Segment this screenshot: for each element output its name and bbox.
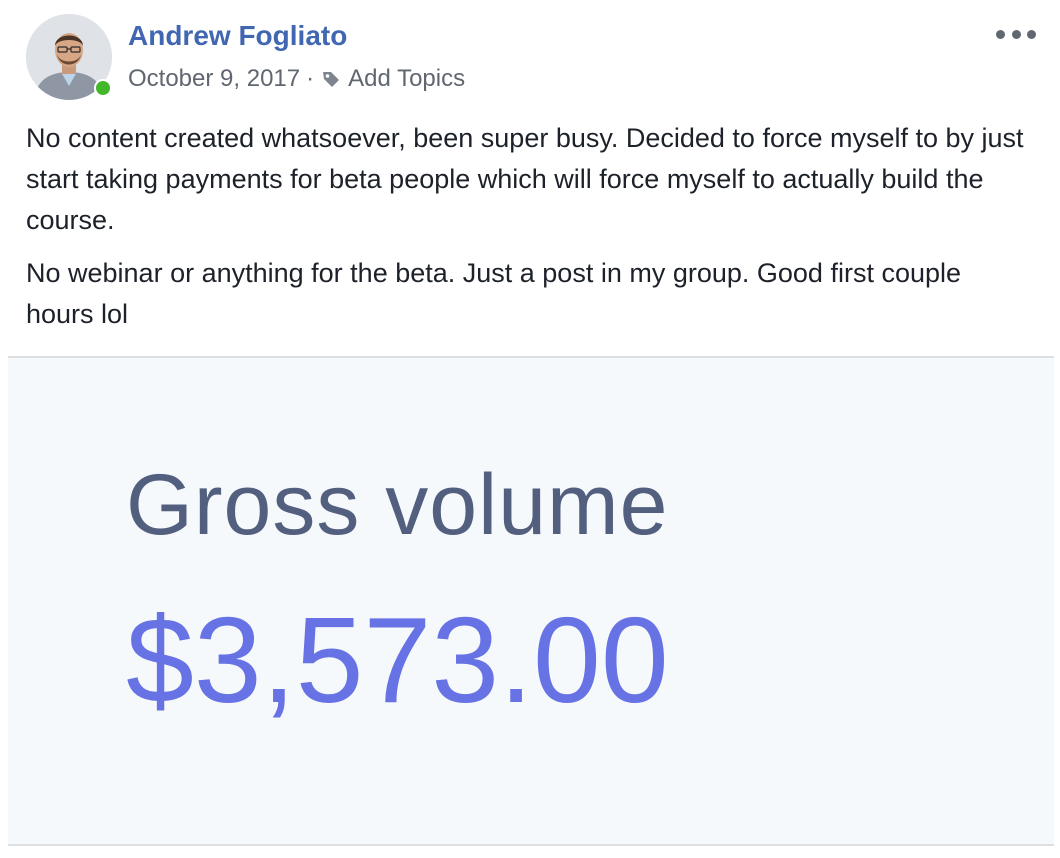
post-body: No content created whatsoever, been supe… [26, 118, 1036, 347]
post-paragraph: No webinar or anything for the beta. Jus… [26, 258, 962, 329]
author-name-link[interactable]: Andrew Fogliato [128, 20, 347, 52]
online-status-icon [94, 79, 112, 97]
feed-post: Andrew Fogliato October 9, 2017 · Add To… [0, 0, 1060, 858]
more-options-button[interactable] [996, 22, 1036, 46]
post-date[interactable]: October 9, 2017 [128, 65, 300, 93]
more-options-icon [996, 29, 1005, 39]
divider [8, 844, 1054, 846]
add-topics-link[interactable]: Add Topics [348, 65, 465, 93]
gross-volume-amount: $3,573.00 [126, 592, 669, 728]
gross-volume-label: Gross volume [126, 457, 669, 553]
post-meta: October 9, 2017 · Add Topics [128, 65, 465, 93]
post-header: Andrew Fogliato October 9, 2017 · Add To… [0, 0, 1060, 110]
post-paragraph: No content created whatsoever, been supe… [26, 123, 1024, 235]
tag-icon [323, 72, 340, 87]
meta-separator: · [306, 65, 315, 92]
post-image-attachment[interactable]: Gross volume $3,573.00 [8, 358, 1054, 844]
